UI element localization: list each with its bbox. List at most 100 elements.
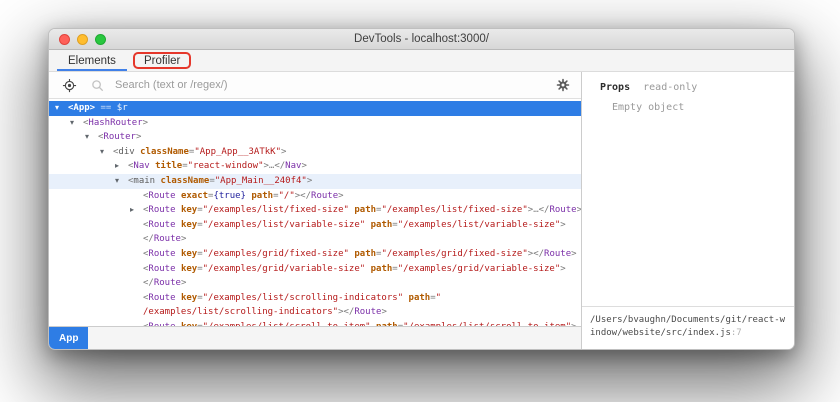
arrow-spacer — [130, 276, 143, 291]
expand-arrow-icon[interactable]: ▾ — [100, 145, 113, 160]
code-token-punct: </ — [539, 205, 550, 215]
code-token-str: "/examples/grid/variable-size" — [398, 264, 561, 274]
code-token-tagb: <App> — [68, 103, 95, 113]
code-token-comp: Route — [148, 205, 175, 215]
code-token-punct: > — [381, 307, 386, 317]
expand-arrow-icon[interactable]: ▾ — [115, 174, 128, 189]
tab-profiler[interactable]: Profiler — [133, 52, 191, 69]
source-line-number: :7 — [731, 328, 742, 338]
code-token-punct: > — [338, 191, 343, 201]
breadcrumb-item-app[interactable]: App — [49, 327, 88, 349]
code-token-str: "App_App__3ATkK" — [194, 147, 281, 157]
code-token-attr: key — [181, 220, 197, 230]
tree-row[interactable]: </Route> — [49, 276, 581, 291]
code-token-attr: className — [140, 147, 189, 157]
code-token-host: div — [118, 147, 134, 157]
code-token-punct: > — [571, 249, 576, 259]
code-token-punct: > — [560, 264, 565, 274]
props-header: Props read-only — [582, 72, 794, 93]
arrow-spacer — [130, 291, 143, 306]
code-token-punct: > — [181, 234, 186, 244]
code-token-punct: > — [181, 278, 186, 288]
tree-row[interactable]: ▾<main className="App_Main__240f4"> — [49, 174, 581, 189]
code-token-str: " — [436, 293, 441, 303]
tab-bar: Elements Profiler — [49, 50, 794, 72]
source-path: /Users/bvaughn/Documents/git/react-windo… — [590, 315, 785, 338]
search-toolbar — [49, 72, 581, 99]
expand-arrow-icon[interactable]: ▾ — [70, 116, 83, 131]
code-token-attr: title — [155, 161, 182, 171]
component-tree: ▾<App> == $r▾<HashRouter>▾<Router>▾<div … — [49, 99, 581, 326]
gear-icon[interactable] — [553, 75, 573, 95]
code-token-comp: Nav — [285, 161, 301, 171]
code-token-attr: path — [354, 249, 376, 259]
tree-row[interactable]: ▾<App> == $r — [49, 101, 581, 116]
code-token-comp: Route — [148, 220, 175, 230]
code-token-str: "react-window" — [188, 161, 264, 171]
expand-arrow-icon[interactable]: ▾ — [55, 101, 68, 116]
main-content: ▾<App> == $r▾<HashRouter>▾<Router>▾<div … — [49, 72, 794, 349]
props-empty-object: Empty object — [582, 93, 794, 113]
code-token-comp: Route — [154, 278, 181, 288]
tree-row[interactable]: ▸<Nav title="react-window">…</Nav> — [49, 159, 581, 174]
tree-row[interactable]: <Route key="/examples/list/variable-size… — [49, 218, 581, 233]
code-token-comp: Router — [103, 132, 136, 142]
arrow-spacer — [130, 247, 143, 262]
code-token-str: "/examples/list/fixed-size" — [381, 205, 527, 215]
code-token-punct: </ — [274, 161, 285, 171]
code-token-attr: path — [371, 264, 393, 274]
code-token-punct: ></ — [295, 191, 311, 201]
source-location[interactable]: /Users/bvaughn/Documents/git/react-windo… — [582, 306, 794, 349]
code-token-str: "/examples/list/variable-size" — [203, 220, 366, 230]
search-field[interactable] — [87, 75, 553, 95]
zoom-window-button[interactable] — [95, 34, 106, 45]
code-token-attr: path — [371, 220, 393, 230]
code-token-comp: Route — [148, 293, 175, 303]
code-token-comp: Route — [148, 264, 175, 274]
arrow-spacer — [130, 232, 143, 247]
title-bar[interactable]: DevTools - localhost:3000/ — [49, 29, 794, 50]
code-token-punct: > — [301, 161, 306, 171]
tab-elements[interactable]: Elements — [57, 50, 127, 71]
code-token-str: "/examples/list/scrolling-indicators" — [203, 293, 403, 303]
arrow-spacer — [130, 305, 143, 320]
props-title: Props — [600, 82, 630, 93]
traffic-lights — [59, 29, 106, 49]
code-token-attr: key — [181, 264, 197, 274]
tab-profiler-label: Profiler — [144, 55, 180, 67]
tree-row[interactable]: <Route key="/examples/grid/fixed-size" p… — [49, 247, 581, 262]
tree-row[interactable]: ▾<div className="App_App__3ATkK"> — [49, 145, 581, 160]
collapse-arrow-icon[interactable]: ▸ — [115, 159, 128, 174]
tree-row[interactable]: ▸<Route key="/examples/list/fixed-size" … — [49, 203, 581, 218]
tree-row[interactable]: ▾<Router> — [49, 130, 581, 145]
tree-row[interactable]: /examples/list/scrolling-indicators"></R… — [49, 305, 581, 320]
code-token-comp: Route — [148, 249, 175, 259]
code-token-comp: Route — [154, 234, 181, 244]
elements-pane: ▾<App> == $r▾<HashRouter>▾<Router>▾<div … — [49, 72, 581, 349]
collapse-arrow-icon[interactable]: ▸ — [130, 203, 143, 218]
tree-row[interactable]: </Route> — [49, 232, 581, 247]
code-token-punct: > — [136, 132, 141, 142]
tree-row[interactable]: <Route key="/examples/grid/variable-size… — [49, 262, 581, 277]
tree-row[interactable]: <Route key="/examples/list/scrolling-ind… — [49, 291, 581, 306]
inspect-element-icon[interactable] — [59, 75, 79, 95]
close-window-button[interactable] — [59, 34, 70, 45]
tree-row[interactable]: ▾<HashRouter> — [49, 116, 581, 131]
search-icon — [87, 75, 107, 95]
expand-arrow-icon[interactable]: ▾ — [85, 130, 98, 145]
tree-row[interactable]: <Route exact={true} path="/"></Route> — [49, 189, 581, 204]
arrow-spacer — [130, 189, 143, 204]
screenshot-canvas: DevTools - localhost:3000/ Elements Prof… — [0, 0, 840, 402]
devtools-window: DevTools - localhost:3000/ Elements Prof… — [48, 28, 795, 350]
minimize-window-button[interactable] — [77, 34, 88, 45]
window-title: DevTools - localhost:3000/ — [354, 33, 489, 45]
code-token-attr: path — [409, 293, 431, 303]
code-token-punct: > — [560, 220, 565, 230]
code-token-punct: ></ — [528, 249, 544, 259]
code-token-attr: key — [181, 249, 197, 259]
code-token-comp: Route — [549, 205, 576, 215]
props-pane: Props read-only Empty object /Users/bvau… — [582, 72, 794, 349]
search-input[interactable] — [113, 78, 553, 92]
breadcrumb: App — [49, 326, 581, 349]
code-token-punct: > — [143, 118, 148, 128]
